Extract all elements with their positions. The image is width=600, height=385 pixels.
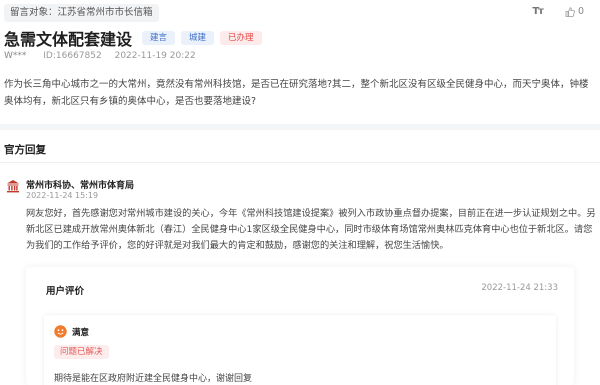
rating-detail-card: 满意 问题已解决 期待是能在区政府附近建全民健身中心，谢谢回复 (44, 315, 556, 385)
recipient-label: 留言对象：江苏省常州市市长信箱 (4, 4, 159, 22)
post-date: 2022-11-19 20:22 (114, 51, 196, 61)
divider (0, 162, 600, 163)
reply-time: 2022-11-24 15:19 (26, 191, 99, 200)
post-meta: W*** ID:16667852 2022-11-19 20:22 (4, 51, 196, 61)
satisfaction-label: 满意 (72, 328, 90, 338)
user-rating-card: 用户评价 2022-11-24 21:33 满意 问题已解决 期待是能在区政府附… (26, 267, 574, 385)
page-title: 急需文体配套建设 (4, 30, 133, 49)
rating-comment: 期待是能在区政府附近建全民健身中心，谢谢回复 (54, 374, 253, 384)
reply-body: 网友您好，首先感谢您对常州城市建设的关心，今年《常州科技馆建设提案》被列入市政协… (26, 208, 596, 251)
reply-org-name: 常州市科协、常州市体育局 (26, 181, 135, 191)
government-building-icon (7, 180, 19, 193)
thumbs-up-icon (565, 6, 575, 17)
like-button[interactable]: 0 (565, 6, 584, 17)
user-rating-heading: 用户评价 (46, 286, 85, 297)
question-body: 作为长三角中心城市之一的大常州，竟然没有常州科技馆，是否已在研究落地?其二，整个… (4, 79, 589, 107)
official-reply-heading: 官方回复 (4, 144, 46, 156)
tag-urban-construction: 城建 (181, 31, 215, 45)
like-count: 0 (577, 6, 584, 17)
post-user: W*** (4, 51, 27, 61)
section-separator (0, 124, 600, 130)
resolved-status-badge: 问题已解决 (54, 345, 109, 359)
tag-processed: 已办理 (220, 31, 262, 45)
satisfied-face-icon (54, 325, 67, 338)
user-rating-time: 2022-11-24 21:33 (481, 283, 558, 293)
post-id: ID:16667852 (43, 51, 102, 61)
font-size-icon[interactable]: Tт (532, 6, 544, 17)
top-toolbar: Tт 0 (532, 6, 584, 17)
title-row: 急需文体配套建设 建言 城建 已办理 (4, 26, 268, 50)
tag-suggestion: 建言 (142, 31, 176, 45)
